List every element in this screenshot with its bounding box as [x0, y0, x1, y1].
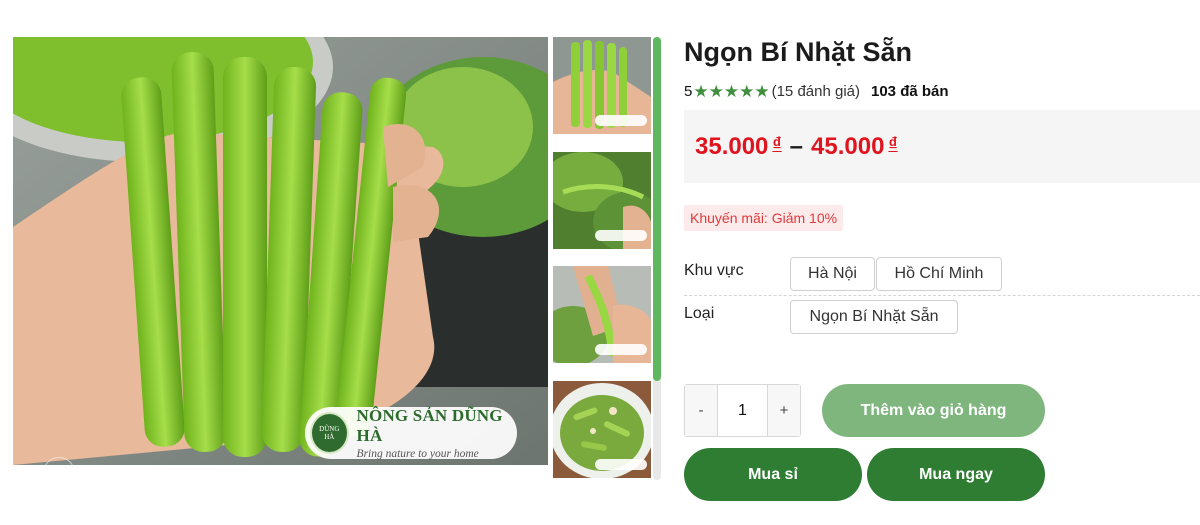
star-icon: ★	[708, 82, 724, 101]
brand-watermark: DŨNG HÀ NÔNG SẢN DŨNG HÀ Bring nature to…	[305, 406, 517, 460]
main-photo-illustration	[13, 37, 548, 465]
price-range: 35.000 ₫ –45.000 ₫	[695, 133, 898, 161]
thumbnail-3[interactable]	[553, 266, 651, 363]
price-separator: –	[789, 133, 804, 160]
promotion-badge: Khuyến mãi: Giảm 10%	[684, 205, 844, 231]
brand-name: NÔNG SẢN DŨNG HÀ	[356, 406, 503, 445]
seal-line1: DŨNG	[319, 425, 340, 433]
price-max-currency: ₫	[888, 134, 898, 154]
thumbnail-4[interactable]	[553, 381, 651, 478]
thumbnail-1-watermark	[595, 115, 647, 126]
brand-slogan: Bring nature to your home	[356, 448, 479, 460]
star-icon: ★	[693, 82, 709, 101]
quantity-stepper: - 1 +	[684, 384, 801, 437]
price-max: 45.000	[811, 133, 885, 160]
price-max-group: 45.000 ₫	[811, 133, 898, 160]
rating-row: 5 ★ ★ ★ ★ ★ (15 đánh giá) 103 đã bán	[684, 83, 949, 100]
region-label: Khu vực	[684, 262, 744, 279]
sold-count: 103 đã bán	[871, 83, 949, 100]
thumbnail-gallery	[553, 37, 663, 480]
quantity-input[interactable]: 1	[717, 385, 768, 436]
main-product-image[interactable]: DŨNG HÀ NÔNG SẢN DŨNG HÀ Bring nature to…	[13, 37, 548, 465]
thumbnail-4-watermark	[595, 459, 647, 470]
product-title: Ngọn Bí Nhặt Sẵn	[684, 37, 912, 67]
price-min: 35.000	[695, 133, 769, 160]
quantity-decrease-button[interactable]: -	[685, 385, 717, 436]
rating-stars[interactable]: ★ ★ ★ ★ ★	[693, 83, 769, 100]
thumbnail-2[interactable]	[553, 152, 651, 249]
seal-line2: HÀ	[324, 433, 335, 441]
region-option-hcm[interactable]: Hồ Chí Minh	[876, 257, 1002, 291]
thumbnail-2-watermark	[595, 230, 647, 241]
review-count-link[interactable]: (15 đánh giá)	[772, 83, 860, 100]
buy-now-button[interactable]: Mua ngay	[867, 448, 1045, 501]
add-to-cart-button[interactable]: Thêm vào giỏ hàng	[822, 384, 1045, 437]
rating-value: 5	[684, 83, 693, 100]
price-box: 35.000 ₫ –45.000 ₫	[684, 110, 1200, 183]
price-min-currency: ₫	[772, 134, 782, 154]
star-icon: ★	[739, 82, 755, 101]
wholesale-button[interactable]: Mua sỉ	[684, 448, 862, 501]
type-option-ngon-bi[interactable]: Ngọn Bí Nhặt Sẵn	[790, 300, 958, 334]
brand-seal-logo: DŨNG HÀ	[310, 412, 349, 454]
price-min-group: 35.000 ₫	[695, 133, 782, 160]
thumbnail-1[interactable]	[553, 37, 651, 134]
quantity-increase-button[interactable]: +	[768, 385, 800, 436]
thumbnail-scrollbar[interactable]	[653, 37, 661, 381]
type-label: Loại	[684, 305, 715, 322]
options-divider	[684, 295, 1200, 296]
region-option-hanoi[interactable]: Hà Nội	[790, 257, 875, 291]
star-icon: ★	[754, 82, 770, 101]
star-icon: ★	[723, 82, 740, 101]
thumbnail-3-watermark	[595, 344, 647, 355]
